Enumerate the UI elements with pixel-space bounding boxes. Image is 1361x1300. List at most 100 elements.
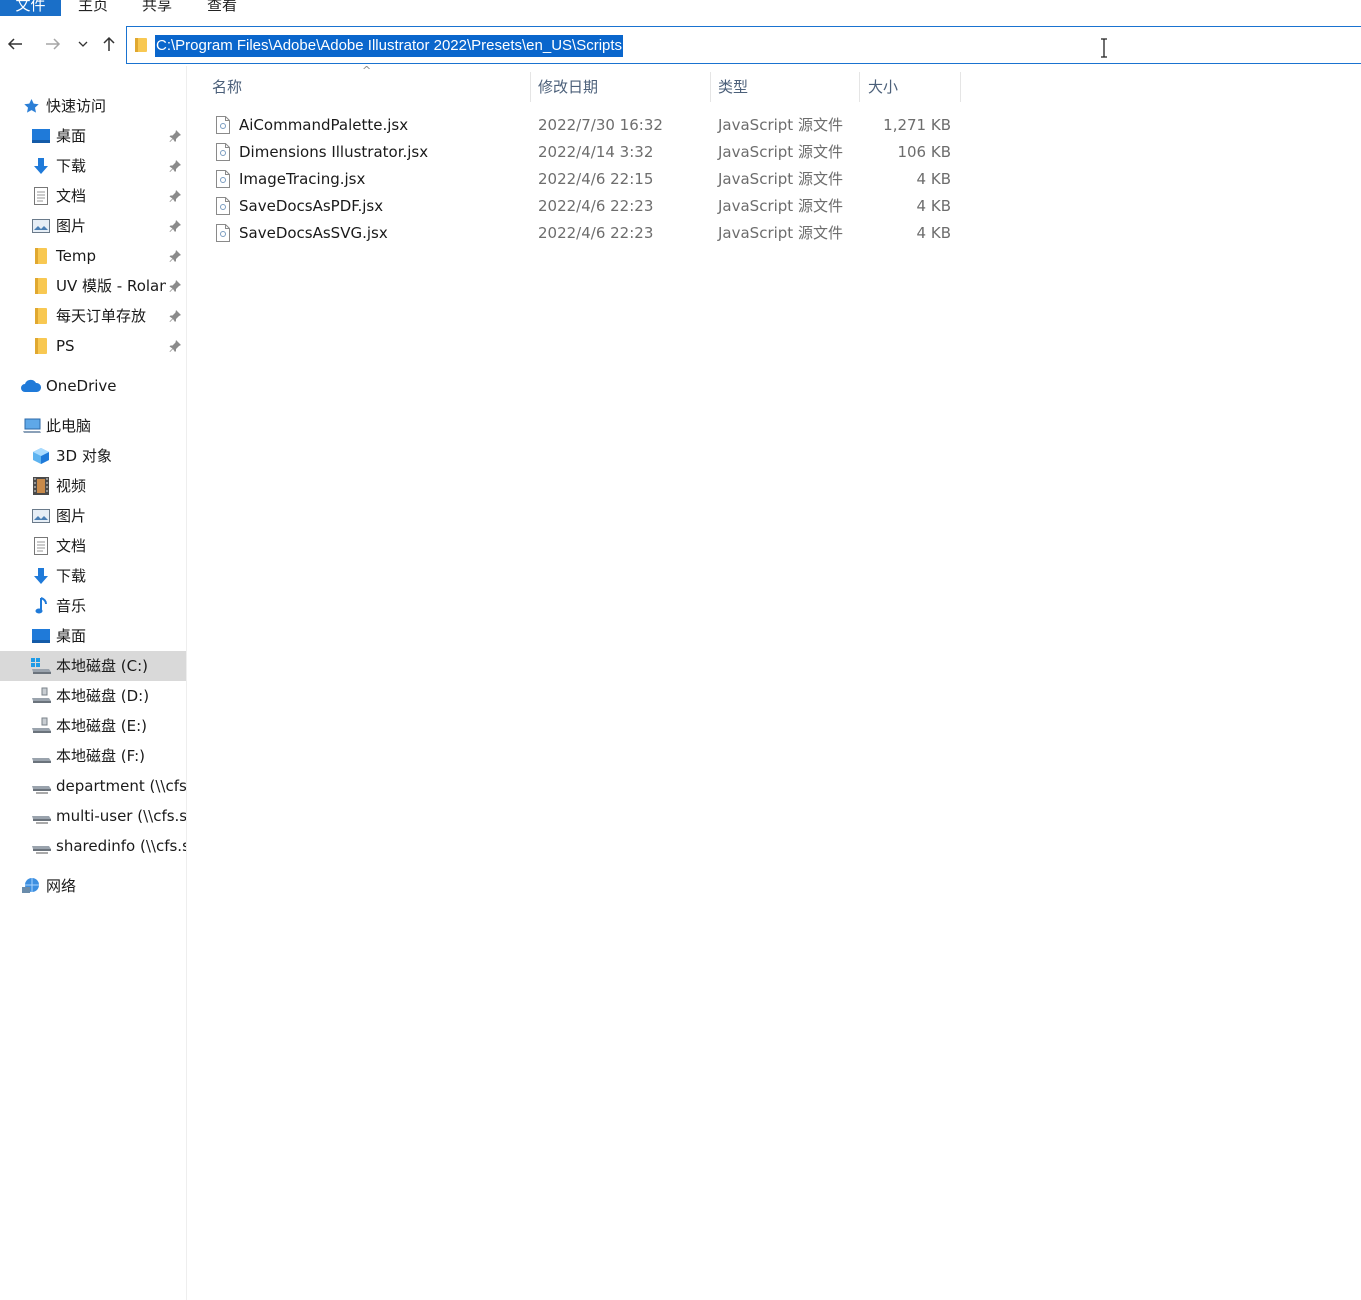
tab-share[interactable]: 共享 (142, 0, 172, 16)
column-header-size[interactable]: 大小 (868, 72, 898, 102)
sidebar-item-department[interactable]: department (\\cfs. (0, 771, 186, 801)
computer-icon (22, 417, 42, 435)
file-type: JavaScript 源文件 (718, 224, 843, 242)
file-row[interactable]: SaveDocsAsPDF.jsx 2022/4/6 22:23 JavaScr… (214, 193, 964, 219)
script-file-icon (216, 170, 230, 188)
sidebar-onedrive[interactable]: OneDrive (0, 371, 186, 401)
sidebar-item-desktop-pc[interactable]: 桌面 (0, 621, 186, 651)
sidebar-item-label: 本地磁盘 (D:) (56, 687, 150, 705)
column-header-type[interactable]: 类型 (718, 72, 748, 102)
sidebar-item-desktop[interactable]: 桌面 (0, 121, 186, 151)
sidebar-item-label: 音乐 (56, 597, 87, 615)
sidebar-item-temp[interactable]: Temp (0, 241, 186, 271)
sidebar-item-label: 桌面 (56, 127, 87, 145)
sidebar-item-label: 下载 (56, 567, 87, 585)
sidebar-item-label: sharedinfo (\\cfs.s (56, 837, 186, 855)
recent-locations-button[interactable] (72, 32, 94, 56)
pictures-icon (32, 217, 50, 235)
sidebar-item-multi-user[interactable]: multi-user (\\cfs.sh (0, 801, 186, 831)
script-file-icon (216, 116, 230, 134)
pin-icon (169, 220, 181, 232)
videos-icon (32, 477, 50, 495)
sidebar-item-drive-e[interactable]: 本地磁盘 (E:) (0, 711, 186, 741)
sidebar-this-pc[interactable]: 此电脑 (0, 411, 186, 441)
file-name: ImageTracing.jsx (239, 170, 366, 188)
file-type: JavaScript 源文件 (718, 143, 843, 161)
sort-indicator: ^ (362, 64, 372, 77)
sidebar-item-videos[interactable]: 视频 (0, 471, 186, 501)
sidebar-item-pictures-pc[interactable]: 图片 (0, 501, 186, 531)
3d-objects-icon (32, 447, 50, 465)
sidebar-item-3d-objects[interactable]: 3D 对象 (0, 441, 186, 471)
sidebar-item-downloads[interactable]: 下载 (0, 151, 186, 181)
chevron-down-icon (78, 41, 88, 47)
file-row[interactable]: Dimensions Illustrator.jsx 2022/4/14 3:3… (214, 139, 964, 165)
navigation-pane: 快速访问 桌面 下载 文档 图片 Temp UV 模版 - Rolan 每天订单… (0, 66, 187, 1300)
file-row[interactable]: SaveDocsAsSVG.jsx 2022/4/6 22:23 JavaScr… (214, 220, 964, 246)
drive-icon (30, 717, 52, 735)
column-divider[interactable] (859, 72, 860, 102)
address-bar[interactable]: C:\Program Files\Adobe\Adobe Illustrator… (126, 26, 1361, 64)
sidebar-item-drive-c[interactable]: 本地磁盘 (C:) (0, 651, 186, 681)
network-icon (21, 877, 41, 895)
file-name: SaveDocsAsPDF.jsx (239, 197, 384, 215)
text-cursor-icon (1101, 38, 1107, 58)
sidebar-item-label: 3D 对象 (56, 447, 112, 465)
back-button[interactable] (4, 32, 26, 56)
column-header-name[interactable]: 名称 (212, 72, 242, 102)
sidebar-item-uv-template[interactable]: UV 模版 - Rolan (0, 271, 186, 301)
sidebar-item-label: 网络 (46, 877, 77, 895)
sidebar-quick-access[interactable]: 快速访问 (0, 91, 186, 121)
sidebar-item-ps[interactable]: PS (0, 331, 186, 361)
sidebar-item-downloads-pc[interactable]: 下载 (0, 561, 186, 591)
column-divider[interactable] (960, 72, 961, 102)
sidebar-item-label: 本地磁盘 (C:) (56, 657, 148, 675)
sidebar-item-label: 文档 (56, 187, 87, 205)
sidebar-item-label: PS (56, 337, 75, 355)
desktop-icon (32, 127, 50, 145)
sidebar-item-label: department (\\cfs. (56, 777, 186, 795)
sidebar-item-label: 此电脑 (46, 417, 92, 435)
sidebar-item-label: 本地磁盘 (F:) (56, 747, 145, 765)
file-size: 106 KB (897, 143, 951, 161)
sidebar-item-sharedinfo[interactable]: sharedinfo (\\cfs.s (0, 831, 186, 861)
sidebar-network[interactable]: 网络 (0, 871, 186, 901)
forward-button[interactable] (42, 32, 64, 56)
navigation-bar: C:\Program Files\Adobe\Adobe Illustrator… (0, 24, 1361, 66)
sidebar-item-label: 每天订单存放 (56, 307, 147, 325)
file-date: 2022/4/14 3:32 (538, 143, 654, 161)
folder-icon (32, 277, 50, 295)
address-path-text[interactable]: C:\Program Files\Adobe\Adobe Illustrator… (155, 35, 624, 57)
tab-view[interactable]: 查看 (207, 0, 237, 16)
sidebar-item-music[interactable]: 音乐 (0, 591, 186, 621)
up-button[interactable] (98, 32, 120, 56)
sidebar-item-documents[interactable]: 文档 (0, 181, 186, 211)
sidebar-item-documents-pc[interactable]: 文档 (0, 531, 186, 561)
sidebar-item-label: 视频 (56, 477, 87, 495)
script-file-icon (216, 197, 230, 215)
sidebar-item-label: UV 模版 - Rolan (56, 277, 166, 295)
file-row[interactable]: ImageTracing.jsx 2022/4/6 22:15 JavaScri… (214, 166, 964, 192)
column-header-date[interactable]: 修改日期 (538, 72, 598, 102)
pin-icon (169, 130, 181, 142)
file-name: Dimensions Illustrator.jsx (239, 143, 429, 161)
download-icon (32, 567, 50, 585)
tab-home[interactable]: 主页 (78, 0, 108, 16)
sidebar-item-label: 快速访问 (46, 97, 107, 115)
sidebar-item-label: 本地磁盘 (E:) (56, 717, 148, 735)
file-date: 2022/4/6 22:23 (538, 224, 654, 242)
file-list-pane: ^ 名称 修改日期 类型 大小 AiCommandPalette.jsx 202… (188, 64, 1361, 1300)
sidebar-item-daily-orders[interactable]: 每天订单存放 (0, 301, 186, 331)
file-row[interactable]: AiCommandPalette.jsx 2022/7/30 16:32 Jav… (214, 112, 964, 138)
column-divider[interactable] (710, 72, 711, 102)
folder-icon (32, 307, 50, 325)
tab-file[interactable]: 文件 (0, 0, 61, 16)
pin-icon (169, 310, 181, 322)
sidebar-item-drive-d[interactable]: 本地磁盘 (D:) (0, 681, 186, 711)
sidebar-item-label: 文档 (56, 537, 87, 555)
sidebar-item-drive-f[interactable]: 本地磁盘 (F:) (0, 741, 186, 771)
arrow-up-icon (103, 36, 115, 51)
sidebar-item-label: 下载 (56, 157, 87, 175)
sidebar-item-pictures[interactable]: 图片 (0, 211, 186, 241)
column-divider[interactable] (530, 72, 531, 102)
